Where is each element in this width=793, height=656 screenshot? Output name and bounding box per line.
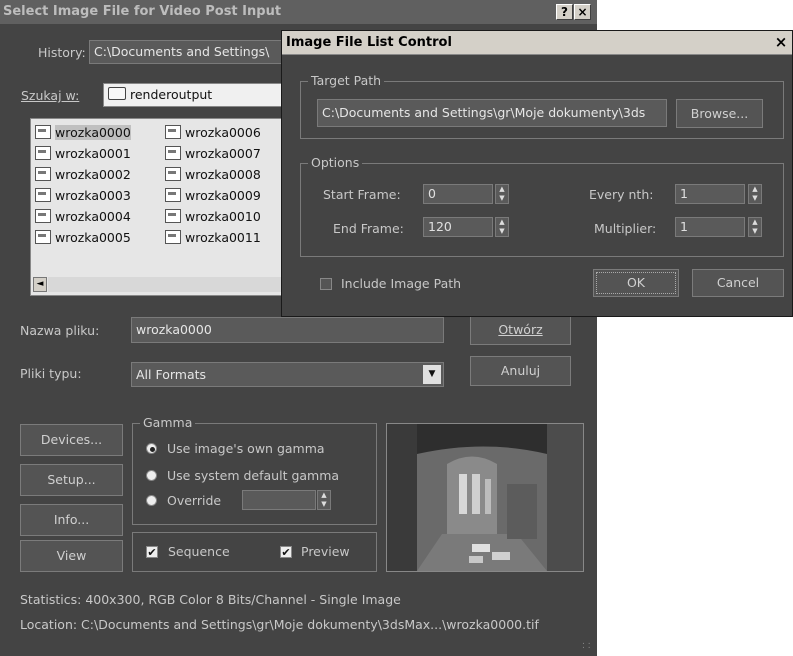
every-nth-input[interactable]: 1 bbox=[675, 184, 745, 204]
view-button[interactable]: View bbox=[20, 540, 123, 572]
gamma-override-input[interactable] bbox=[242, 490, 316, 510]
list-item[interactable]: wrozka0010 bbox=[165, 206, 261, 227]
file-column-2: wrozka0006 wrozka0007 wrozka0008 wrozka0… bbox=[165, 122, 261, 248]
image-file-icon bbox=[35, 167, 51, 181]
overlay-title: Image File List Control bbox=[286, 35, 452, 50]
image-file-icon bbox=[165, 209, 181, 223]
options-title: Options bbox=[308, 155, 363, 170]
filename-label: Nazwa pliku: bbox=[20, 323, 100, 338]
list-item[interactable]: wrozka0000 bbox=[35, 122, 131, 143]
resize-grip-icon[interactable]: . .. . bbox=[582, 638, 594, 652]
file-list[interactable]: wrozka0000 wrozka0001 wrozka0002 wrozka0… bbox=[30, 118, 290, 296]
devices-button[interactable]: Devices... bbox=[20, 424, 123, 456]
image-file-icon bbox=[165, 146, 181, 160]
list-item[interactable]: wrozka0005 bbox=[35, 227, 131, 248]
start-frame-input[interactable]: 0 bbox=[423, 184, 493, 204]
ok-button[interactable]: OK bbox=[593, 269, 679, 297]
preview-checkbox[interactable]: ✔ bbox=[280, 546, 292, 558]
lookin-value: renderoutput bbox=[130, 87, 213, 102]
list-item[interactable]: wrozka0003 bbox=[35, 185, 131, 206]
target-path-input[interactable]: C:\Documents and Settings\gr\Moje dokume… bbox=[317, 99, 667, 127]
start-frame-label: Start Frame: bbox=[323, 187, 401, 202]
scroll-left-button[interactable]: ◄ bbox=[33, 277, 47, 292]
list-item[interactable]: wrozka0007 bbox=[165, 143, 261, 164]
gamma-spinner[interactable]: ▲ ▼ bbox=[317, 490, 331, 510]
main-title: Select Image File for Video Post Input bbox=[3, 4, 282, 19]
list-item[interactable]: wrozka0009 bbox=[165, 185, 261, 206]
image-file-icon bbox=[35, 125, 51, 139]
help-button[interactable]: ? bbox=[556, 4, 573, 20]
gamma-own-radio[interactable] bbox=[146, 443, 157, 454]
history-dropdown[interactable]: C:\Documents and Settings\ bbox=[89, 40, 289, 64]
filename-input[interactable]: wrozka0000 bbox=[131, 317, 444, 343]
multiplier-input[interactable]: 1 bbox=[675, 217, 745, 237]
gamma-override-label: Override bbox=[167, 493, 222, 508]
include-path-checkbox[interactable] bbox=[320, 278, 332, 290]
filetype-value: All Formats bbox=[136, 367, 207, 382]
multiplier-spinner[interactable]: ▲ ▼ bbox=[748, 217, 762, 237]
options-group bbox=[300, 163, 784, 257]
image-file-list-dialog: Image File List Control × Target Path C:… bbox=[281, 30, 793, 317]
location-text: Location: C:\Documents and Settings\gr\M… bbox=[20, 617, 539, 632]
list-item[interactable]: wrozka0002 bbox=[35, 164, 131, 185]
browse-button[interactable]: Browse... bbox=[676, 99, 763, 128]
end-frame-input[interactable]: 120 bbox=[423, 217, 493, 237]
folder-icon bbox=[108, 87, 126, 100]
gamma-title: Gamma bbox=[140, 415, 196, 430]
setup-button[interactable]: Setup... bbox=[20, 464, 123, 496]
statistics-text: Statistics: 400x300, RGB Color 8 Bits/Ch… bbox=[20, 592, 401, 607]
preview-render-image bbox=[387, 424, 583, 571]
file-column-1: wrozka0000 wrozka0001 wrozka0002 wrozka0… bbox=[35, 122, 131, 248]
sequence-checkbox[interactable]: ✔ bbox=[146, 546, 158, 558]
image-file-icon bbox=[35, 188, 51, 202]
lookin-label: Szukaj w: bbox=[21, 88, 80, 103]
every-nth-spinner[interactable]: ▲ ▼ bbox=[748, 184, 762, 204]
start-frame-spinner[interactable]: ▲ ▼ bbox=[495, 184, 509, 204]
image-file-icon bbox=[165, 188, 181, 202]
close-button[interactable]: × bbox=[574, 4, 591, 20]
image-file-icon bbox=[165, 125, 181, 139]
list-item[interactable]: wrozka0011 bbox=[165, 227, 261, 248]
image-file-icon bbox=[165, 230, 181, 244]
gamma-own-label: Use image's own gamma bbox=[167, 441, 325, 456]
history-label: History: bbox=[38, 45, 86, 60]
horizontal-scrollbar[interactable] bbox=[48, 277, 286, 292]
gamma-system-label: Use system default gamma bbox=[167, 468, 340, 483]
close-icon[interactable]: × bbox=[773, 34, 789, 50]
end-frame-spinner[interactable]: ▲ ▼ bbox=[495, 217, 509, 237]
filetype-dropdown[interactable]: All Formats ▼ bbox=[131, 362, 444, 387]
every-nth-label: Every nth: bbox=[589, 187, 654, 202]
overlay-titlebar: Image File List Control × bbox=[282, 31, 792, 55]
gamma-override-radio[interactable] bbox=[146, 495, 157, 506]
sequence-label: Sequence bbox=[168, 544, 230, 559]
list-item[interactable]: wrozka0001 bbox=[35, 143, 131, 164]
gamma-system-radio[interactable] bbox=[146, 470, 157, 481]
preview-label: Preview bbox=[301, 544, 350, 559]
multiplier-label: Multiplier: bbox=[594, 221, 657, 236]
image-file-icon bbox=[35, 146, 51, 160]
list-item[interactable]: wrozka0004 bbox=[35, 206, 131, 227]
image-file-icon bbox=[35, 209, 51, 223]
include-path-label: Include Image Path bbox=[341, 276, 462, 291]
cancel-overlay-button[interactable]: Cancel bbox=[692, 269, 784, 297]
chevron-down-icon[interactable]: ▼ bbox=[423, 365, 441, 384]
end-frame-label: End Frame: bbox=[333, 221, 404, 236]
main-titlebar: Select Image File for Video Post Input ?… bbox=[0, 0, 597, 24]
cancel-button[interactable]: Anuluj bbox=[470, 356, 571, 386]
filetype-label: Pliki typu: bbox=[20, 366, 82, 381]
image-preview bbox=[386, 423, 584, 572]
info-button[interactable]: Info... bbox=[20, 504, 123, 536]
image-file-icon bbox=[35, 230, 51, 244]
target-path-title: Target Path bbox=[308, 73, 385, 88]
open-button[interactable]: Otwórz bbox=[470, 315, 571, 345]
list-item[interactable]: wrozka0008 bbox=[165, 164, 261, 185]
lookin-dropdown[interactable]: renderoutput bbox=[103, 83, 293, 107]
image-file-icon bbox=[165, 167, 181, 181]
list-item[interactable]: wrozka0006 bbox=[165, 122, 261, 143]
